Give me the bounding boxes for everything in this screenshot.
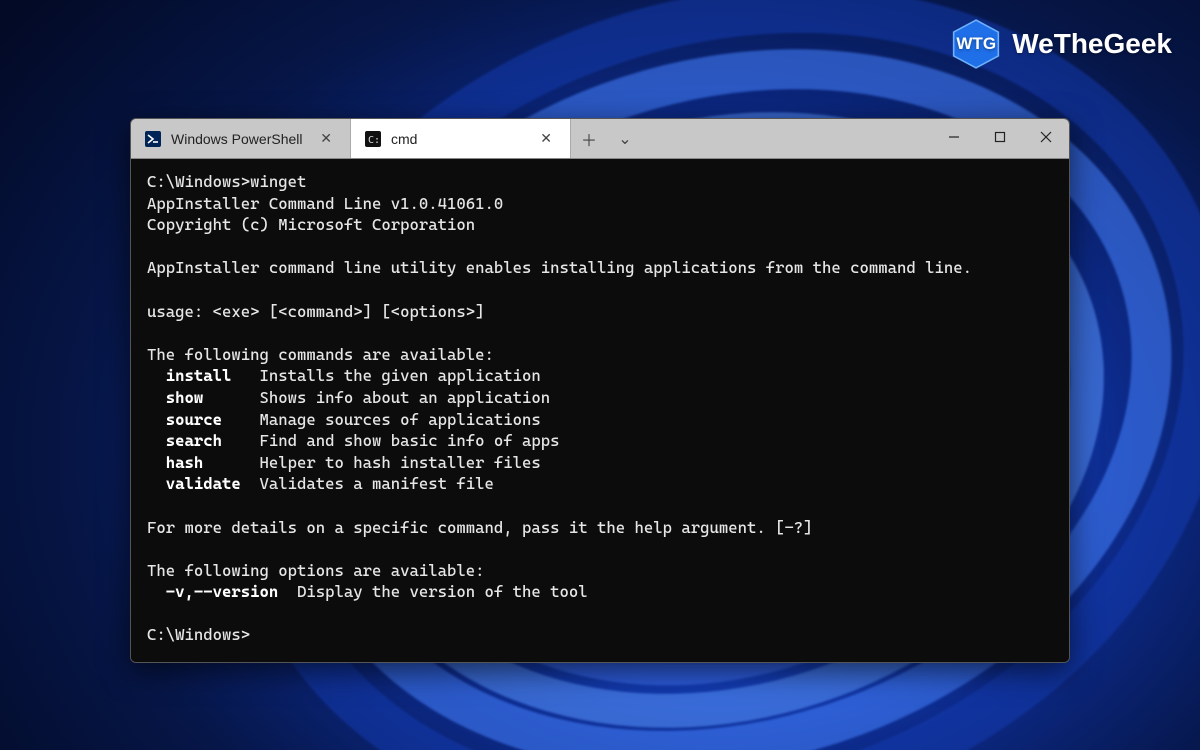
close-icon: [1040, 130, 1052, 148]
tab-label: cmd: [391, 131, 526, 147]
window-maximize-button[interactable]: [977, 119, 1023, 158]
site-watermark: WTG WeTheGeek: [950, 18, 1172, 70]
tabstrip: Windows PowerShell ✕ C: cmd ✕: [131, 119, 571, 158]
window-close-button[interactable]: [1023, 119, 1069, 158]
watermark-badge-text: WTG: [950, 18, 1002, 70]
cmd-icon: C:: [365, 131, 381, 147]
tab-dropdown-button[interactable]: ⌄: [607, 129, 643, 149]
window-minimize-button[interactable]: [931, 119, 977, 158]
chevron-down-icon: ⌄: [618, 129, 631, 149]
close-icon[interactable]: ✕: [536, 128, 556, 149]
minimize-icon: [948, 130, 960, 148]
window-titlebar[interactable]: Windows PowerShell ✕ C: cmd ✕ ＋ ⌄: [131, 119, 1069, 159]
terminal-body[interactable]: C:\Windows>winget AppInstaller Command L…: [131, 159, 1069, 662]
tab-powershell[interactable]: Windows PowerShell ✕: [131, 119, 351, 158]
watermark-text: WeTheGeek: [1012, 28, 1172, 60]
maximize-icon: [994, 130, 1006, 148]
tab-label: Windows PowerShell: [171, 131, 306, 147]
tab-cmd[interactable]: C: cmd ✕: [351, 119, 571, 158]
svg-text:C:: C:: [368, 135, 380, 146]
terminal-window: Windows PowerShell ✕ C: cmd ✕ ＋ ⌄: [130, 118, 1070, 663]
close-icon[interactable]: ✕: [316, 128, 336, 149]
powershell-icon: [145, 131, 161, 147]
new-tab-button[interactable]: ＋: [571, 127, 607, 151]
watermark-hex-icon: WTG: [950, 18, 1002, 70]
